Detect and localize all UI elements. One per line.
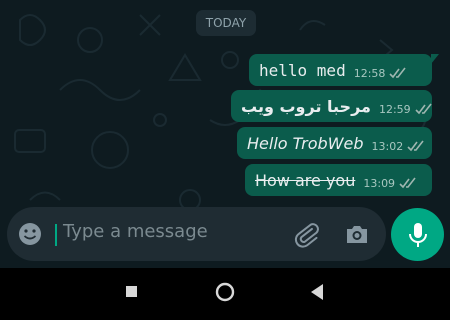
recents-square-icon[interactable] <box>126 286 137 297</box>
message-meta: 12:59 <box>379 103 433 116</box>
message-text: Hello TrobWeb <box>247 133 364 153</box>
bubble-tail <box>431 54 439 64</box>
camera-icon[interactable] <box>344 221 370 247</box>
text-cursor <box>55 224 57 246</box>
message-input[interactable]: Type a message <box>63 221 208 242</box>
message-bubble[interactable]: How are you 13:09 <box>245 164 432 196</box>
message-bubble[interactable]: Hello TrobWeb 13:02 <box>237 127 432 159</box>
message-text: hello med <box>259 60 346 80</box>
back-triangle-icon[interactable] <box>310 283 324 301</box>
microphone-icon <box>408 222 427 247</box>
emoji-icon[interactable] <box>17 221 43 247</box>
read-ticks-icon <box>399 177 416 189</box>
message-composer[interactable]: Type a message <box>7 207 386 261</box>
message-meta: 13:09 <box>363 177 417 190</box>
message-meta: 12:58 <box>354 67 408 80</box>
read-ticks-icon <box>407 140 424 152</box>
message-meta: 13:02 <box>372 140 426 153</box>
paperclip-icon[interactable] <box>293 220 319 248</box>
home-circle-icon[interactable] <box>215 282 235 302</box>
message-bubble[interactable]: مرحبا تروب ويب 12:59 <box>231 90 432 122</box>
message-time: 12:59 <box>378 102 411 116</box>
read-ticks-icon <box>389 67 407 79</box>
message-text: How are you <box>255 170 356 190</box>
message-bubble[interactable]: hello med 12:58 <box>249 54 439 86</box>
date-chip: TODAY <box>196 10 256 36</box>
microphone-button[interactable] <box>391 208 444 261</box>
message-time: 12:58 <box>353 66 386 80</box>
message-time: 13:09 <box>363 176 396 190</box>
read-ticks-icon <box>415 103 432 115</box>
message-time: 13:02 <box>371 139 404 153</box>
chat-area: TODAY hello med 12:58 مرحبا تروب ويب 12:… <box>0 0 450 268</box>
message-text: مرحبا تروب ويب <box>241 96 371 116</box>
